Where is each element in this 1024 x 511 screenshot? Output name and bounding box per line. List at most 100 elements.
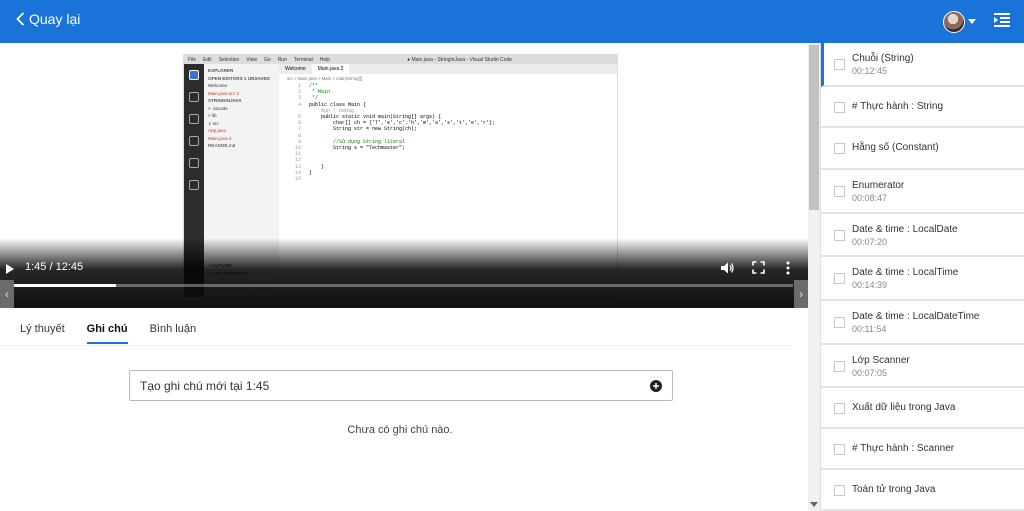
lesson-checkbox[interactable] <box>834 186 845 197</box>
ide-explorer-item: EXPLORER <box>208 68 234 73</box>
ide-explorer-item <box>208 187 275 195</box>
ide-explorer-item <box>208 217 275 225</box>
ide-explorer-item: README.md <box>208 143 236 148</box>
tab-divider <box>0 345 790 346</box>
lesson-title: Date & time : LocalDateTime <box>852 311 980 322</box>
avatar[interactable] <box>943 11 965 33</box>
video-player[interactable]: File Edit Selection View Go Run Terminal Help ● … <box>0 43 808 308</box>
ide-explorer-item <box>208 202 275 210</box>
ide-explorer-item: Main.java src 2 <box>208 90 239 96</box>
tab-comments[interactable]: Bình luận <box>150 323 196 344</box>
next-arrow[interactable]: › <box>794 280 808 308</box>
lesson-item[interactable]: Date & time : LocalDateTime 00:11:54 <box>821 301 1024 345</box>
ide-explorer-item <box>208 157 275 165</box>
chevron-left-icon <box>16 12 25 26</box>
video-controls: 1:45 / 12:45 <box>0 258 808 286</box>
lesson-title: Lớp Scanner <box>852 355 910 366</box>
ide-explorer-item <box>208 195 275 203</box>
ide-explorer-item <box>208 150 275 158</box>
ide-explorer-item <box>208 210 275 218</box>
lesson-checkbox[interactable] <box>834 317 845 328</box>
ide-explorer-item: ∨ src <box>208 120 219 126</box>
lesson-checkbox[interactable] <box>834 444 845 455</box>
fullscreen-icon[interactable] <box>752 261 765 274</box>
lesson-item[interactable]: Date & time : LocalTime 00:14:39 <box>821 257 1024 301</box>
previous-arrow[interactable]: ‹ <box>0 280 14 308</box>
lesson-item[interactable]: Date & time : LocalDate 00:07:20 <box>821 214 1024 257</box>
lesson-item[interactable]: Lớp Scanner 00:07:05 <box>821 345 1024 388</box>
ide-explorer-item: > lib <box>208 113 217 118</box>
tab-theory[interactable]: Lý thuyết <box>20 323 65 344</box>
ide-tab: Welcome <box>285 66 306 72</box>
lesson-item[interactable]: Xuất dữ liệu trong Java <box>821 388 1024 429</box>
ide-menu-item: Selection <box>218 56 240 63</box>
lesson-checkbox[interactable] <box>834 403 845 414</box>
tab-notes[interactable]: Ghi chú <box>86 323 128 344</box>
more-options-icon[interactable] <box>786 261 790 275</box>
content-tabs: Lý thuyết Ghi chú Bình luận <box>20 323 218 344</box>
lesson-duration: 00:12:45 <box>852 66 888 76</box>
ide-explorer-item: App.java <box>208 128 226 133</box>
lesson-item[interactable]: Hằng số (Constant) <box>821 128 1024 170</box>
back-label: Quay lại <box>29 11 81 27</box>
empty-notes-message: Chưa có ghi chú nào. <box>347 424 453 436</box>
lesson-checkbox[interactable] <box>834 102 845 113</box>
lesson-duration: 00:14:39 <box>852 280 888 290</box>
scrollbar[interactable] <box>808 43 820 511</box>
lesson-item[interactable]: Chuỗi (String) 00:12:45 <box>821 43 1024 87</box>
chevron-down-icon[interactable] <box>968 19 976 24</box>
lesson-checkbox[interactable] <box>834 143 845 154</box>
seek-bar[interactable] <box>8 284 793 287</box>
lesson-item[interactable]: Enumerator 00:08:47 <box>821 170 1024 214</box>
ide-menu-item: File <box>188 56 197 63</box>
new-note-input[interactable] <box>140 378 630 393</box>
lesson-duration: 00:07:05 <box>852 368 888 378</box>
new-note-box[interactable] <box>129 370 673 401</box>
ide-explorer-item: Welcome <box>208 83 228 88</box>
back-button[interactable]: Quay lại <box>16 11 80 27</box>
ide-breadcrumb: src > Main.java > Main > main(String[]) <box>287 76 363 81</box>
ide-explorer-item <box>208 225 275 233</box>
ide-menu-item: Help <box>319 56 331 63</box>
ide-explorer-item <box>208 180 275 188</box>
lesson-title: Hằng số (Constant) <box>852 142 939 153</box>
lesson-checkbox[interactable] <box>834 485 845 496</box>
lesson-duration: 00:11:54 <box>852 324 887 334</box>
lesson-item[interactable]: # Thực hành : String <box>821 87 1024 128</box>
lesson-title: Enumerator <box>852 180 905 191</box>
ide-menu-item: Edit <box>203 56 212 63</box>
ide-tab: Main.java 2 <box>311 64 350 74</box>
play-icon[interactable] <box>5 263 15 275</box>
lesson-title: Chuỗi (String) <box>852 53 914 64</box>
lesson-duration: 00:07:20 <box>852 237 888 247</box>
scrollbar-thumb[interactable] <box>809 45 819 210</box>
time-display: 1:45 / 12:45 <box>25 261 84 273</box>
lesson-duration: 00:08:47 <box>852 193 888 203</box>
ide-explorer-item <box>208 165 275 173</box>
add-note-icon[interactable] <box>650 380 662 392</box>
lesson-item[interactable]: Toán tử trong Java <box>821 470 1024 511</box>
ide-menu-item: View <box>246 56 258 63</box>
ide-explorer-item: OPEN EDITORS 1 UNSAVED <box>208 75 270 81</box>
ide-explorer-item: > .vscode <box>208 105 228 111</box>
lesson-list-toggle-icon[interactable] <box>994 12 1010 28</box>
lesson-title: # Thực hành : String <box>852 101 944 112</box>
lesson-checkbox[interactable] <box>834 59 845 70</box>
ide-window-title: ● Main.java - StringInJava - Visual Stud… <box>407 56 513 63</box>
scroll-down-icon[interactable] <box>810 502 818 507</box>
lesson-title: Toán tử trong Java <box>852 484 936 495</box>
ide-code: 1/** 2 * Main 3 */4 public class Main { Run… <box>279 83 617 182</box>
lesson-item[interactable]: # Thực hành : Scanner <box>821 429 1024 470</box>
lesson-title: Date & time : LocalDate <box>852 224 958 235</box>
volume-icon[interactable] <box>720 261 734 275</box>
ide-explorer-item: STRINGINJAVA <box>208 98 242 103</box>
ide-explorer-item: Main.java 2 <box>208 135 232 141</box>
seek-bar-progress <box>8 284 116 287</box>
ide-menu-item: Go <box>264 56 271 63</box>
ide-menu-item: Terminal <box>293 56 313 63</box>
lesson-checkbox[interactable] <box>834 273 845 284</box>
lesson-title: Date & time : LocalTime <box>852 267 959 278</box>
lesson-checkbox[interactable] <box>834 361 845 372</box>
ide-menu-item: Run <box>277 56 287 63</box>
lesson-checkbox[interactable] <box>834 230 845 241</box>
